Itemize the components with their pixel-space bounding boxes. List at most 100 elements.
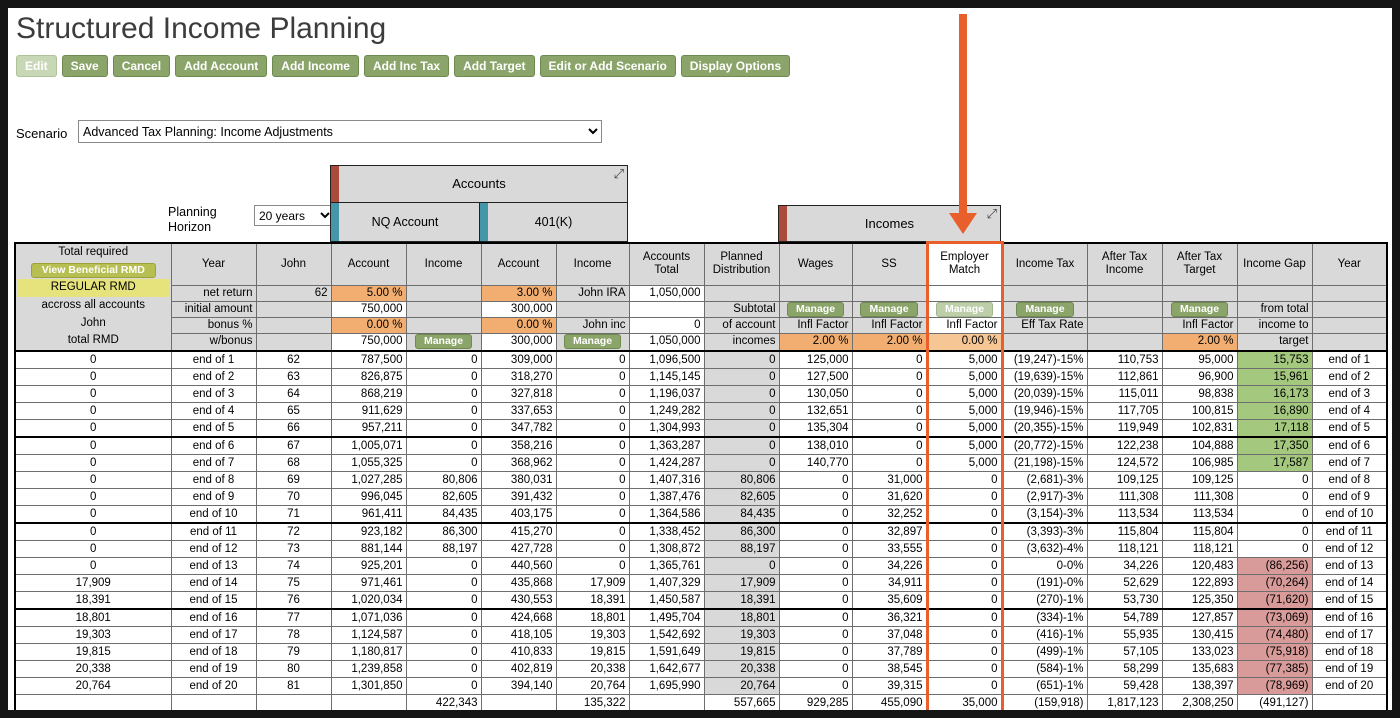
att-infl-pct[interactable]: 2.00 %: [1161, 333, 1238, 352]
cell-after-tax-income: 54,789: [1086, 607, 1163, 627]
col-header-ss: SS: [851, 242, 928, 286]
cell-year: end of 18: [170, 642, 257, 661]
add-target-button[interactable]: Add Target: [454, 55, 535, 77]
cell-k401-income: 0: [555, 435, 630, 455]
cell-blank: [1086, 284, 1163, 302]
cell-nq-income: 0: [405, 384, 482, 403]
add-income-button[interactable]: Add Income: [272, 55, 359, 77]
cell-employer-match: 0: [925, 556, 1004, 575]
cancel-button[interactable]: Cancel: [112, 55, 171, 77]
manage-k401-income-button[interactable]: Manage: [563, 334, 622, 349]
total-ss: 455,090: [851, 693, 928, 710]
nq-initial-amount[interactable]: 750,000: [330, 300, 407, 319]
cell-nq-income: 0: [405, 435, 482, 455]
display-options-button[interactable]: Display Options: [680, 55, 791, 77]
k401-bonus-pct[interactable]: 0.00 %: [480, 317, 557, 335]
cell-accounts-total: 1,364,586: [628, 504, 705, 523]
nq-bonus-pct[interactable]: 0.00 %: [330, 317, 407, 335]
k401-initial-amount[interactable]: 300,000: [480, 300, 557, 319]
cell-after-tax-target: 115,804: [1161, 521, 1238, 541]
subheader-bonus-row: bonus % 0.00 % 0.00 % John inc 0 of acco…: [15, 317, 1388, 335]
planned-of-account-label: of account: [703, 317, 780, 335]
cell-income-tax: (20,772)-15%: [1001, 435, 1088, 455]
cell-employer-match: 0: [925, 521, 1004, 541]
cell-after-tax-target: 98,838: [1161, 384, 1238, 403]
edit-button[interactable]: Edit: [16, 55, 57, 77]
manage-income-tax-button[interactable]: Manage: [1016, 302, 1074, 317]
planning-horizon-label: Planning Horizon: [168, 205, 217, 234]
cell-planned-distribution: 84,435: [703, 504, 780, 523]
k401-account-accent-bar: [480, 203, 488, 241]
cell-wages: 0: [778, 521, 853, 541]
save-button[interactable]: Save: [61, 55, 108, 77]
cell-blank: [851, 284, 928, 302]
arrow-down-icon: [949, 213, 977, 234]
cell-year-end: end of 12: [1311, 539, 1388, 558]
cell-year: end of 15: [170, 590, 257, 609]
cell-after-tax-target: 125,350: [1161, 590, 1238, 609]
cell-total-required: 0: [14, 556, 172, 575]
att-infl-label: Infl Factor: [1161, 317, 1238, 335]
cell-employer-match: 0: [925, 539, 1004, 558]
total-total-required: [14, 693, 172, 710]
k401-net-return[interactable]: 3.00 %: [480, 284, 557, 302]
edit-or-add-scenario-button[interactable]: Edit or Add Scenario: [539, 55, 676, 77]
cell-year-end: end of 8: [1311, 470, 1388, 489]
table-row: 0 end of 9 70 996,045 82,605 391,432 0 1,387,47…: [14, 487, 1388, 506]
cell-year-end: end of 13: [1311, 556, 1388, 575]
nq-account-header: NQ Account: [331, 203, 480, 241]
wages-infl-pct[interactable]: 2.00 %: [778, 333, 853, 352]
cell-planned-distribution: 20,764: [703, 676, 780, 695]
cell-blank: [778, 284, 853, 302]
totals-row: 422,343 135,322 557,665 929,285 455,090 35,00…: [14, 693, 1388, 710]
manage-employer-match-button[interactable]: Manage: [935, 302, 994, 317]
cell-year-end: end of 18: [1311, 642, 1388, 661]
match-infl-pct[interactable]: 0.00 %: [925, 333, 1004, 352]
add-inc-tax-button[interactable]: Add Inc Tax: [363, 55, 450, 77]
page-title: Structured Income Planning: [16, 12, 387, 45]
k401-account-label: 401(K): [534, 215, 573, 229]
cell-nq-account: 957,211: [330, 418, 407, 437]
cell-year: end of 12: [170, 539, 257, 558]
expand-icon[interactable]: ⤢: [614, 166, 624, 182]
cell-k401-income: 0: [555, 418, 630, 437]
cell-k401-account: 430,553: [480, 590, 557, 609]
manage-nq-income-button[interactable]: Manage: [414, 334, 473, 349]
cell-accounts-total: 1,308,872: [628, 539, 705, 558]
scenario-label: Scenario: [16, 126, 68, 141]
view-beneficial-rmd-button[interactable]: View Beneficial RMD: [30, 262, 156, 278]
cell-k401-account: 435,868: [480, 573, 557, 592]
cell-planned-distribution: 0: [703, 453, 780, 472]
cell-blank: [1086, 333, 1163, 352]
cell-after-tax-target: 104,888: [1161, 435, 1238, 455]
scenario-select[interactable]: Advanced Tax Planning: Income Adjustment…: [78, 120, 602, 143]
cell-total-required: 0: [14, 401, 172, 420]
total-nq-income: 422,343: [405, 693, 482, 710]
manage-after-tax-target-button[interactable]: Manage: [1170, 302, 1229, 317]
cell-accounts-total: 1,249,282: [628, 401, 705, 420]
planning-horizon-select[interactable]: 20 years: [254, 205, 334, 226]
expand-icon[interactable]: ⤢: [987, 206, 997, 222]
cell-nq-account: 923,182: [330, 521, 407, 541]
table-row: 0 end of 11 72 923,182 86,300 415,270 0 1,338,4…: [14, 521, 1388, 541]
cell-year-end: end of 5: [1311, 418, 1388, 437]
table-row: 20,764 end of 20 81 1,301,850 0 394,140 20,764…: [14, 676, 1388, 695]
cell-k401-account: 402,819: [480, 659, 557, 678]
manage-wages-button[interactable]: Manage: [786, 302, 845, 317]
manage-ss-button[interactable]: Manage: [860, 302, 918, 317]
cell-after-tax-target: 133,023: [1161, 642, 1238, 661]
k401-wbonus-amount: 300,000: [480, 333, 557, 352]
cell-income-tax: (2,681)-3%: [1001, 470, 1088, 489]
cell-blank: [1236, 284, 1313, 302]
cell-year-end: end of 9: [1311, 487, 1388, 506]
accounts-panel-header: Accounts ⤢: [330, 165, 628, 203]
cell-wages: 0: [778, 607, 853, 627]
cell-total-required: 18,391: [14, 590, 172, 609]
cell-income-tax: (3,154)-3%: [1001, 504, 1088, 523]
ss-infl-pct[interactable]: 2.00 %: [851, 333, 928, 352]
nq-net-return[interactable]: 5.00 %: [330, 284, 407, 302]
cell-income-tax: (19,247)-15%: [1001, 349, 1088, 369]
add-account-button[interactable]: Add Account: [175, 55, 268, 77]
total-wages: 929,285: [778, 693, 853, 710]
cell-total-required: 0: [14, 521, 172, 541]
